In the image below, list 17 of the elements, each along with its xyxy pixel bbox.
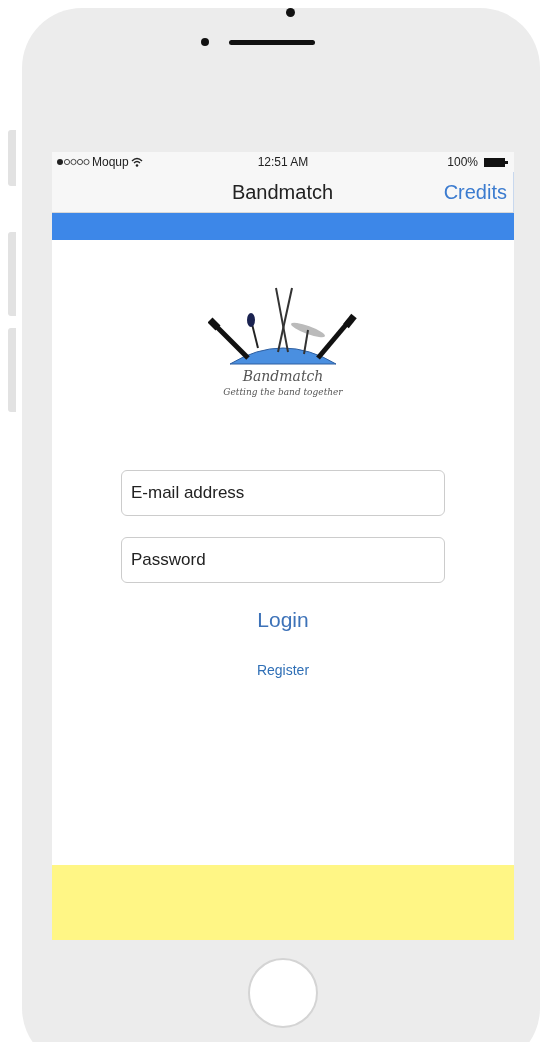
battery-icon — [484, 157, 508, 167]
wifi-icon — [130, 157, 143, 167]
carrier-name: Moqup — [92, 155, 129, 169]
sensor-icon — [201, 38, 209, 46]
battery-percent: 100% — [447, 155, 478, 169]
register-link[interactable]: Register — [256, 662, 310, 678]
camera-icon — [285, 8, 295, 17]
credits-link[interactable]: Credits — [443, 180, 507, 204]
login-link[interactable]: Login — [257, 608, 309, 632]
input-field[interactable]: Password — [121, 537, 445, 583]
speaker-icon — [229, 39, 315, 45]
nav-title: Bandmatch — [231, 180, 334, 204]
signal-icon — [56, 158, 90, 166]
input-field[interactable]: E-mail address — [121, 470, 445, 516]
status-time: 12:51 AM — [257, 155, 309, 169]
logo-name: Bandmatch — [242, 368, 324, 384]
logo-tagline: Getting the band together — [223, 387, 343, 397]
